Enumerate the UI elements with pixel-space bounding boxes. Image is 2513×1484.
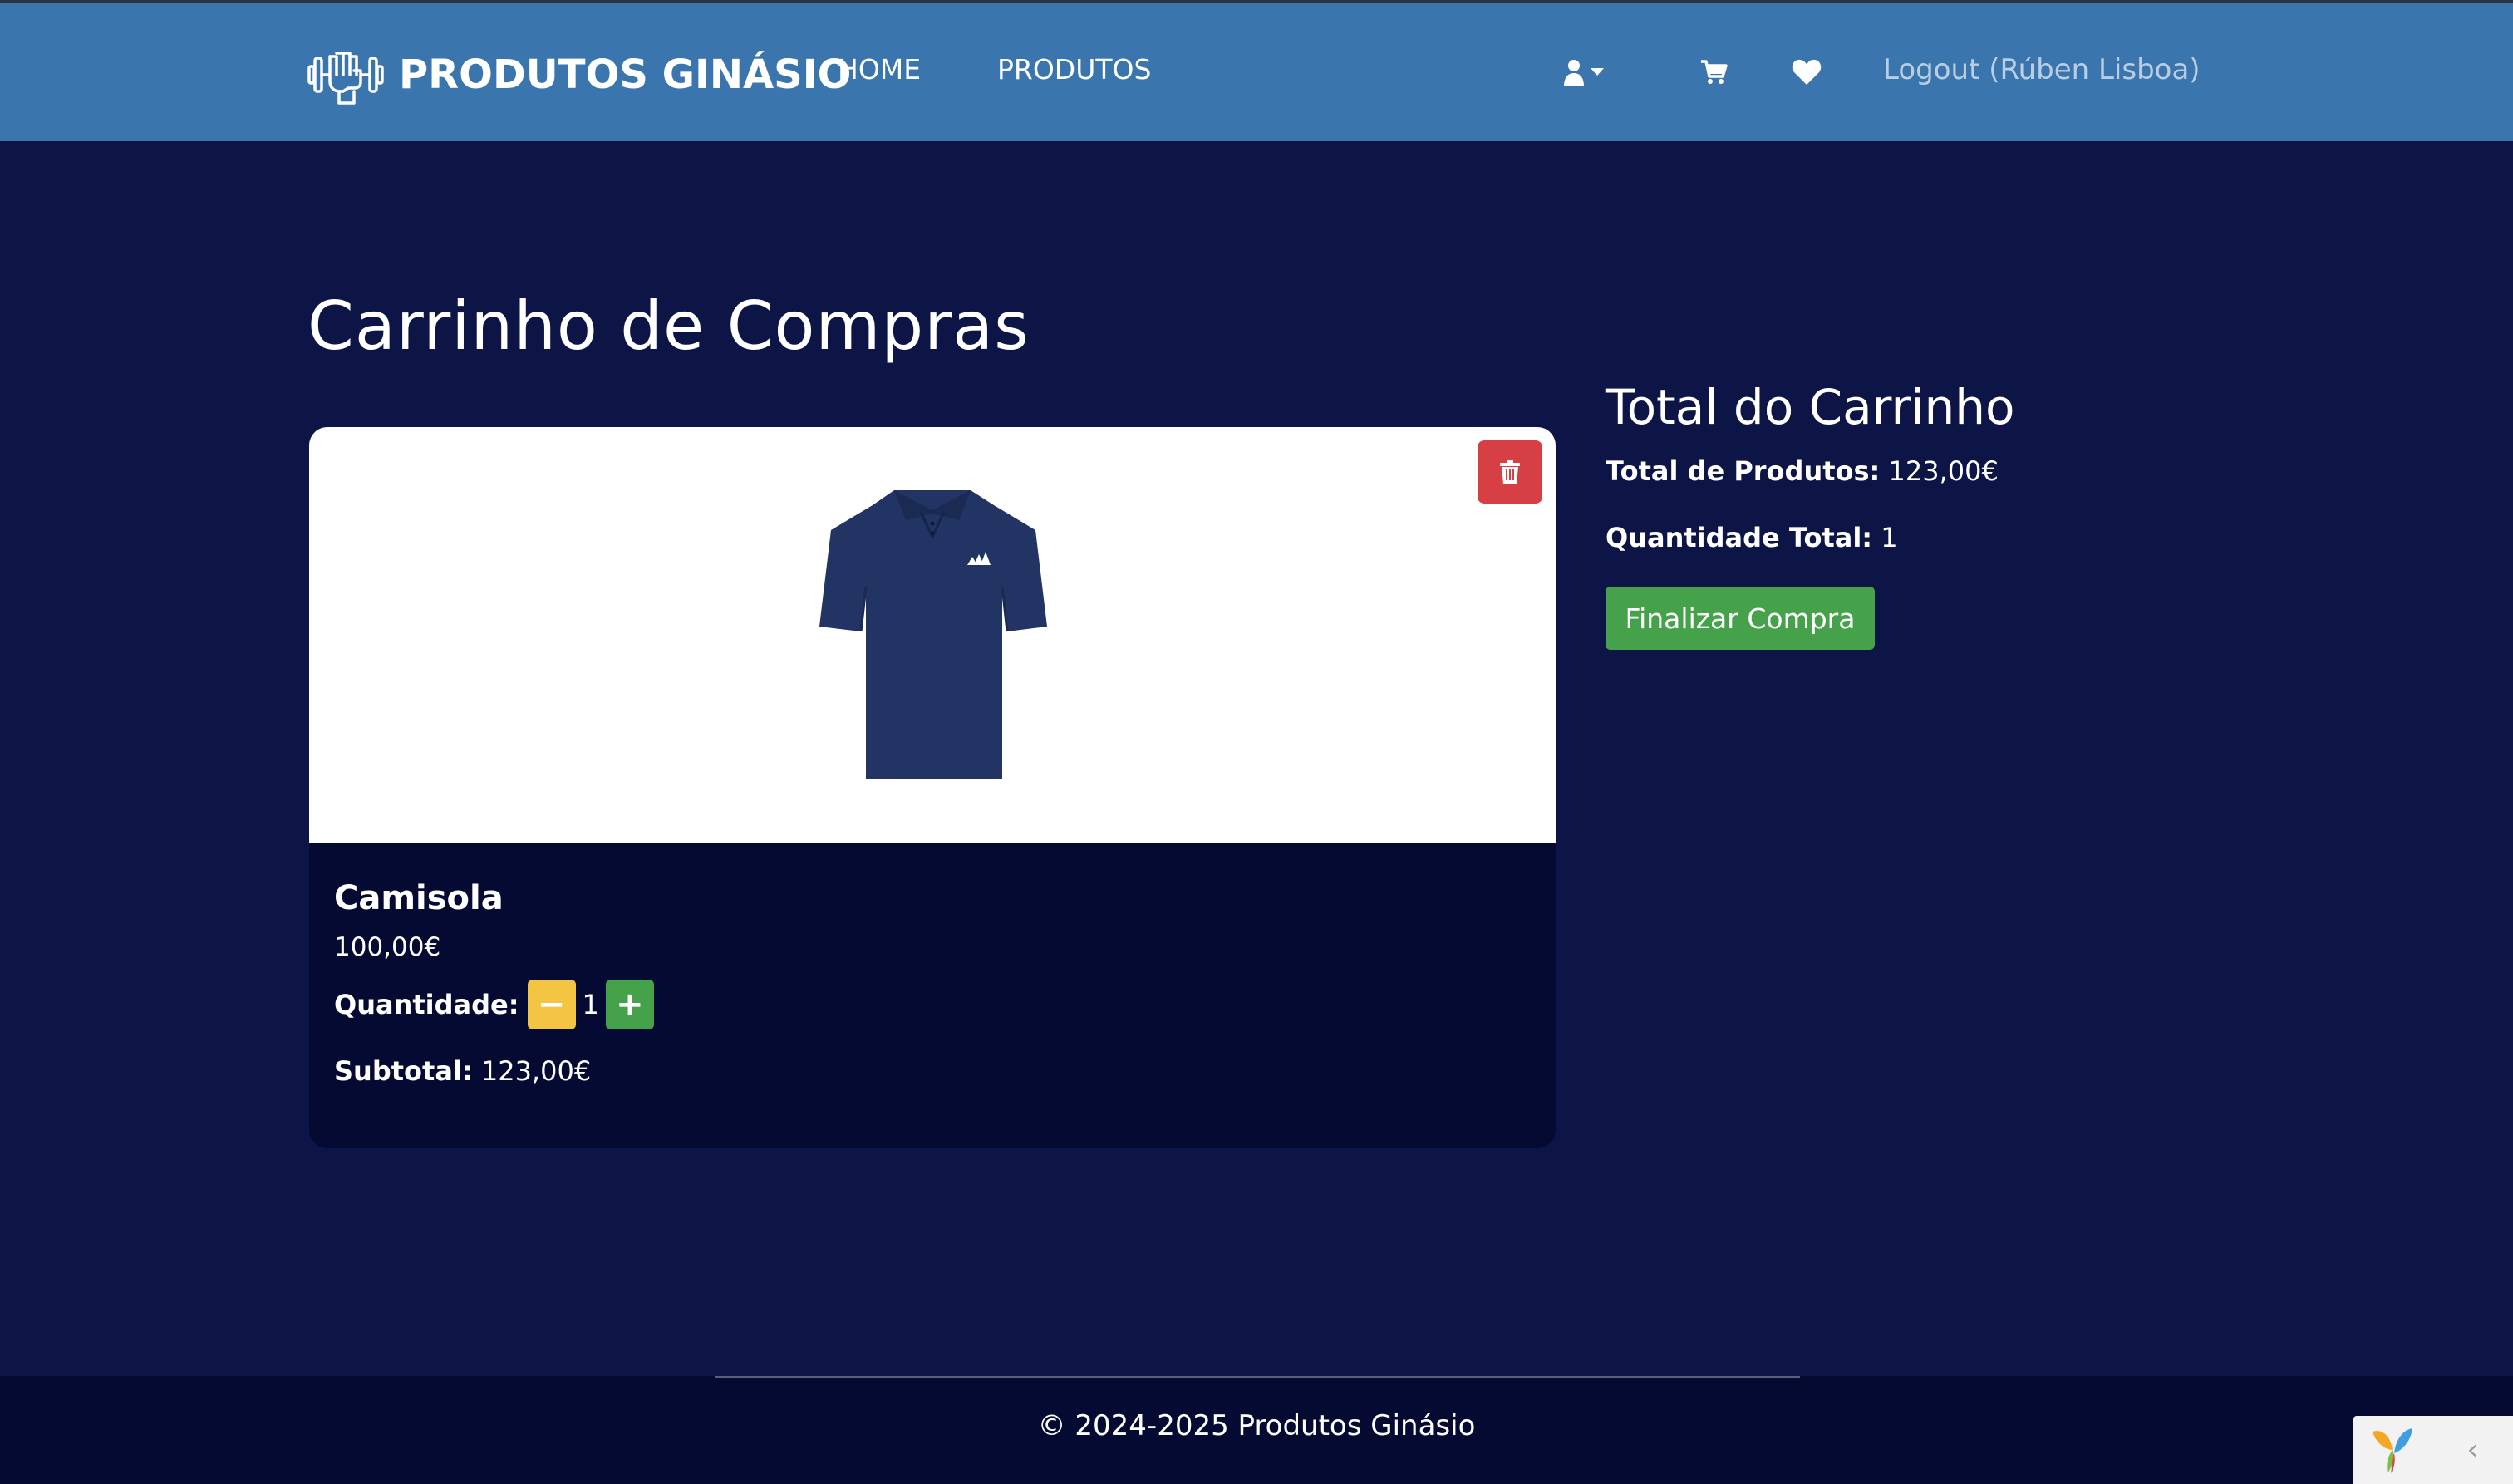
brand-link[interactable]: PRODUTOS GINÁSIO xyxy=(307,42,851,108)
product-image-polo-shirt xyxy=(819,490,1047,779)
quantity-stepper: Quantidade: − 1 + xyxy=(334,979,654,1030)
heart-icon[interactable] xyxy=(1792,58,1822,86)
chevron-left-icon[interactable]: ‹ xyxy=(2432,1416,2513,1484)
user-dropdown-icon[interactable] xyxy=(1564,58,1607,88)
total-quantity: Quantidade Total: 1 xyxy=(1606,522,1898,553)
checkout-button[interactable]: Finalizar Compra xyxy=(1606,587,1875,650)
decrease-quantity-button[interactable]: − xyxy=(527,980,576,1029)
logout-link[interactable]: Logout (Rúben Lisboa) xyxy=(1883,53,2201,86)
debug-toolbar: ‹ xyxy=(2353,1416,2513,1484)
subtotal-label: Subtotal: xyxy=(334,1055,473,1087)
minus-icon: − xyxy=(537,985,566,1024)
product-name: Camisola xyxy=(334,879,504,917)
plus-icon: + xyxy=(616,985,644,1024)
total-products-label: Total de Produtos: xyxy=(1606,455,1881,487)
trash-icon xyxy=(1500,460,1520,484)
cart-item-card: Camisola 100,00€ Quantidade: − 1 + Subto… xyxy=(309,427,1556,1148)
footer-copyright: © 2024-2025 Produtos Ginásio xyxy=(1037,1409,1476,1442)
nav-link-home[interactable]: HOME xyxy=(838,53,921,86)
yii-logo-icon xyxy=(2372,1428,2412,1473)
brand-name: PRODUTOS GINÁSIO xyxy=(399,52,852,98)
total-products-value: 123,00€ xyxy=(1888,455,1999,487)
footer-divider xyxy=(715,1376,1800,1378)
remove-item-button[interactable] xyxy=(1478,440,1542,504)
cart-total-title: Total do Carrinho xyxy=(1606,379,2015,435)
total-quantity-label: Quantidade Total: xyxy=(1606,522,1873,553)
quantity-label: Quantidade: xyxy=(334,989,519,1020)
product-price: 100,00€ xyxy=(334,932,441,962)
total-products: Total de Produtos: 123,00€ xyxy=(1606,455,1999,487)
cart-icon[interactable] xyxy=(1699,58,1728,86)
item-subtotal: Subtotal: 123,00€ xyxy=(334,1055,591,1087)
framework-logo-icon[interactable] xyxy=(2353,1416,2432,1484)
total-quantity-value: 1 xyxy=(1881,522,1898,553)
subtotal-value: 123,00€ xyxy=(480,1055,592,1087)
nav-link-produtos[interactable]: PRODUTOS xyxy=(997,53,1151,86)
page-title: Carrinho de Compras xyxy=(307,287,1030,365)
increase-quantity-button[interactable]: + xyxy=(605,980,654,1029)
gym-fist-icon xyxy=(307,52,384,105)
quantity-value: 1 xyxy=(582,989,599,1020)
navbar: PRODUTOS GINÁSIO HOME PRODUTOS Logout (R… xyxy=(0,3,2513,141)
product-image-area xyxy=(309,427,1556,843)
